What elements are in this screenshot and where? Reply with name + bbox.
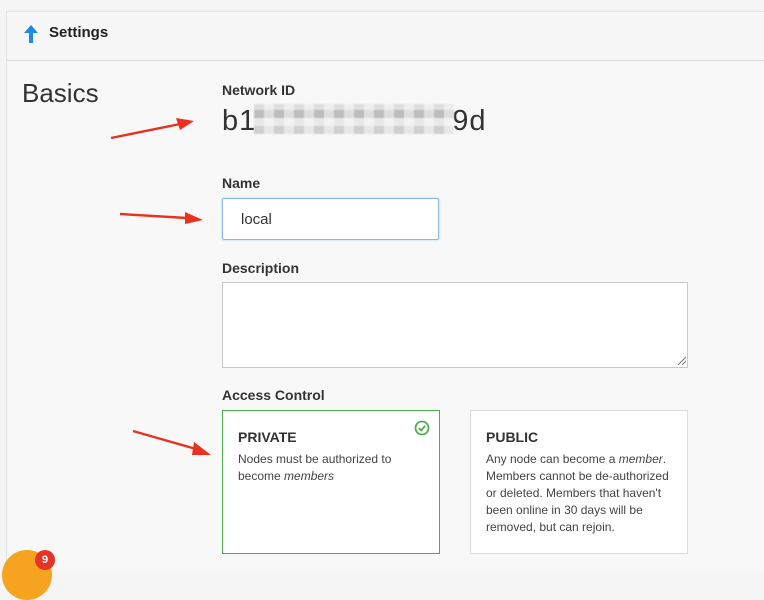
annotation-arrow-private: [132, 429, 211, 455]
settings-title: Settings: [49, 24, 109, 41]
access-option-private[interactable]: PRIVATE Nodes must be authorized to beco…: [222, 410, 440, 554]
access-option-public[interactable]: PUBLIC Any node can become a member. Mem…: [470, 410, 688, 554]
annotation-arrow-network-id: [110, 118, 194, 140]
private-desc-em: members: [284, 469, 335, 483]
section-title: Basics: [22, 78, 99, 108]
network-id-value: b1 9d: [222, 104, 487, 138]
network-id-prefix: b1: [222, 105, 257, 137]
public-desc-text: Any node can become a: [486, 452, 619, 466]
public-title: PUBLIC: [486, 429, 539, 445]
description-label: Description: [222, 260, 300, 276]
resize-grip-icon[interactable]: [676, 355, 686, 365]
access-control-label: Access Control: [222, 387, 325, 403]
public-description: Any node can become a member. Members ca…: [486, 451, 678, 536]
public-desc-em: member: [618, 452, 663, 466]
name-label: Name: [222, 175, 261, 191]
private-title: PRIVATE: [238, 429, 297, 445]
private-description: Nodes must be authorized to become membe…: [238, 451, 430, 485]
annotation-arrow-name: [119, 212, 203, 224]
settings-header[interactable]: Settings: [6, 11, 764, 61]
notification-badge: 9: [35, 550, 55, 570]
arrow-up-icon: [24, 25, 38, 43]
name-input[interactable]: [222, 198, 439, 240]
network-id-suffix: 9d: [452, 105, 487, 137]
check-circle-icon: [414, 420, 430, 436]
description-textarea[interactable]: [222, 282, 688, 368]
redacted-mask: [254, 104, 455, 134]
network-id-label: Network ID: [222, 82, 296, 98]
